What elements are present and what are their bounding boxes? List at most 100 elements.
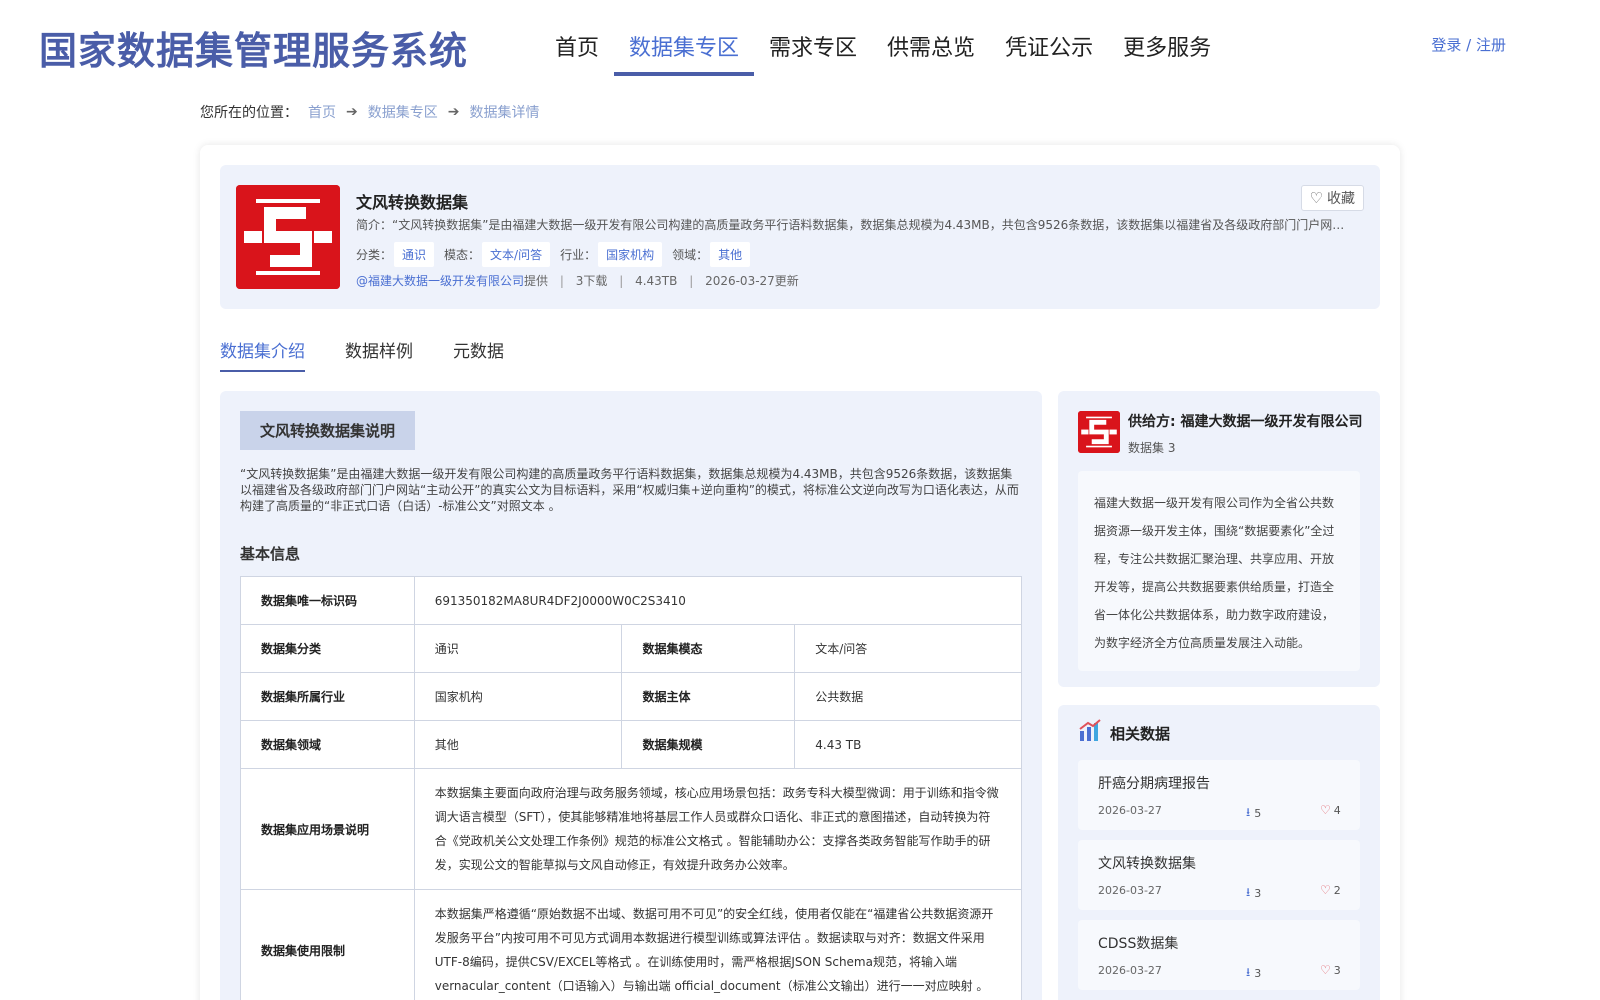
tab-metadata[interactable]: 元数据 [453, 337, 504, 372]
table-key: 数据集应用场景说明 [240, 768, 415, 890]
company-logo [236, 185, 340, 289]
login-register-link[interactable]: 登录 / 注册 [1431, 34, 1506, 55]
tag-category[interactable]: 通识 [394, 242, 435, 267]
dataset-meta: @福建大数据一级开发有限公司提供 | 3下载 | 4.43TB | 2026-0… [356, 272, 799, 289]
related-item-name: 肝癌分期病理报告 [1098, 776, 1210, 792]
table-key: 数据集使用限制 [240, 889, 415, 1000]
table-row: 数据集领域 其他 数据集规模 4.43 TB [240, 720, 1022, 769]
table-key: 数据集领域 [240, 720, 415, 769]
breadcrumb: 您所在的位置： 首页 ➔ 数据集专区 ➔ 数据集详情 [200, 102, 539, 122]
breadcrumb-prefix: 您所在的位置： [200, 105, 298, 121]
introduction-content: 文风转换数据集说明 “文风转换数据集”是由福建大数据一级开发有限公司构建的高质量… [220, 391, 1042, 1000]
like-count: 2 [1333, 883, 1341, 897]
dataset-summary: 简介：“文风转换数据集”是由福建大数据一级开发有限公司构建的高质量政务平行语料数… [356, 218, 1356, 232]
download-count: 3 [1254, 967, 1262, 980]
tag-label-domain: 领域： [672, 248, 709, 262]
table-value: 691350182MA8UR4DF2J0000W0C2S3410 [413, 576, 1023, 625]
heart-icon: ♡ [1320, 963, 1331, 977]
nav-datasets[interactable]: 数据集专区 [614, 24, 755, 76]
related-item-likes[interactable]: ♡ 3 [1320, 963, 1341, 977]
dataset-tags: 分类： 通识 模态： 文本/问答 行业： 国家机构 领域： 其他 [356, 242, 760, 267]
related-header: 相关数据 [1078, 719, 1170, 747]
table-key: 数据集所属行业 [240, 672, 415, 721]
dataset-header-card: 文风转换数据集 ♡ 收藏 简介：“文风转换数据集”是由福建大数据一级开发有限公司… [220, 165, 1380, 309]
table-value: 本数据集主要面向政府治理与政务服务领域，核心应用场景包括：政务专科大模型微调：用… [413, 768, 1023, 890]
related-item-downloads: ⭳ 3 [1246, 883, 1261, 904]
section-title: 文风转换数据集说明 [240, 411, 416, 450]
related-item-downloads: ⭳ 3 [1246, 963, 1261, 984]
table-key: 数据集唯一标识码 [240, 576, 415, 625]
updated-date: 2026-03-27更新 [705, 274, 799, 288]
table-row: 数据集应用场景说明 本数据集主要面向政府治理与政务服务领域，核心应用场景包括：政… [240, 768, 1023, 890]
list-item[interactable]: 文风转换数据集 2026-03-27 ⭳ 3 ♡ 2 [1078, 840, 1360, 910]
site-title[interactable]: 国家数据集管理服务系统 [39, 20, 468, 75]
download-count: 5 [1254, 807, 1262, 820]
table-value: 通识 [413, 624, 623, 673]
download-icon: ⭳ [1246, 885, 1251, 899]
breadcrumb-detail[interactable]: 数据集详情 [469, 102, 539, 122]
list-item[interactable]: 肝癌分期病理报告 2026-03-27 ⭳ 5 ♡ 4 [1078, 760, 1360, 830]
provider-dataset-count: 数据集 3 [1128, 441, 1176, 455]
tag-label-modality: 模态： [444, 248, 481, 262]
tag-modality[interactable]: 文本/问答 [482, 242, 551, 267]
divider: | [559, 274, 564, 288]
table-row: 数据集唯一标识码 691350182MA8UR4DF2J0000W0C2S341… [240, 576, 1023, 625]
favorite-label: 收藏 [1327, 191, 1355, 207]
related-item-downloads: ⭳ 5 [1246, 803, 1261, 824]
related-item-likes[interactable]: ♡ 4 [1320, 803, 1341, 817]
tag-industry[interactable]: 国家机构 [598, 242, 663, 267]
heart-icon: ♡ [1320, 883, 1331, 897]
dataset-size: 4.43TB [635, 274, 678, 288]
tag-label-industry: 行业： [560, 248, 597, 262]
nav-vouchers[interactable]: 凭证公示 [990, 24, 1108, 76]
table-key: 数据主体 [621, 672, 796, 721]
breadcrumb-datasets[interactable]: 数据集专区 [368, 102, 438, 122]
basic-info-title: 基本信息 [240, 545, 301, 563]
table-value: 公共数据 [794, 672, 1022, 721]
tab-samples[interactable]: 数据样例 [345, 337, 413, 372]
nav-home[interactable]: 首页 [540, 24, 614, 76]
table-value: 国家机构 [413, 672, 623, 721]
related-item-name: CDSS数据集 [1098, 936, 1179, 952]
download-icon: ⭳ [1246, 965, 1251, 979]
tag-label-category: 分类： [356, 248, 393, 262]
table-key: 数据集规模 [621, 720, 796, 769]
arrow-right-icon: ➔ [346, 104, 358, 120]
list-item[interactable]: CDSS数据集 2026-03-27 ⭳ 3 ♡ 3 [1078, 920, 1360, 990]
download-count: 3下载 [575, 274, 608, 288]
related-data-card: 相关数据 肝癌分期病理报告 2026-03-27 ⭳ 5 ♡ 4 文风转换数据集… [1058, 705, 1380, 1000]
like-count: 3 [1333, 963, 1341, 977]
provider-name[interactable]: 供给方: 福建大数据一级开发有限公司 [1128, 411, 1362, 431]
table-row: 数据集分类 通识 数据集模态 文本/问答 [240, 624, 1022, 673]
related-item-likes[interactable]: ♡ 2 [1320, 883, 1341, 897]
table-value: 其他 [413, 720, 623, 769]
table-value: 文本/问答 [794, 624, 1022, 673]
related-item-date: 2026-03-27 [1098, 964, 1162, 977]
download-icon: ⭳ [1246, 805, 1251, 819]
nav-more[interactable]: 更多服务 [1108, 24, 1226, 76]
bar-chart-icon [1078, 719, 1102, 747]
table-row: 数据集所属行业 国家机构 数据主体 公共数据 [240, 672, 1022, 721]
related-item-date: 2026-03-27 [1098, 804, 1162, 817]
provided-text: 提供 [524, 274, 549, 288]
download-count: 3 [1254, 887, 1262, 900]
heart-icon: ♡ [1309, 189, 1323, 207]
arrow-right-icon: ➔ [447, 104, 460, 120]
nav-demands[interactable]: 需求专区 [754, 24, 872, 76]
divider: | [619, 274, 624, 288]
provider-link[interactable]: @福建大数据一级开发有限公司 [356, 274, 524, 288]
heart-icon: ♡ [1320, 803, 1331, 817]
favorite-button[interactable]: ♡ 收藏 [1300, 185, 1364, 211]
related-title: 相关数据 [1110, 724, 1171, 743]
table-key: 数据集模态 [621, 624, 796, 673]
tab-introduction[interactable]: 数据集介绍 [220, 337, 305, 372]
table-row: 数据集使用限制 本数据集严格遵循“原始数据不出域、数据可用不可见”的安全红线，使… [240, 889, 1023, 1000]
breadcrumb-home[interactable]: 首页 [308, 102, 336, 122]
provider-description: 福建大数据一级开发有限公司作为全省公共数据资源一级开发主体，围绕“数据要素化”全… [1078, 471, 1360, 671]
table-value: 4.43 TB [794, 720, 1022, 769]
tag-domain[interactable]: 其他 [710, 242, 751, 267]
nav-overview[interactable]: 供需总览 [872, 24, 990, 76]
table-value: 本数据集严格遵循“原始数据不出域、数据可用不可见”的安全红线，使用者仅能在“福建… [413, 889, 1023, 1000]
main-nav: 首页 数据集专区 需求专区 供需总览 凭证公示 更多服务 [540, 24, 1226, 76]
company-logo[interactable] [1078, 411, 1120, 453]
